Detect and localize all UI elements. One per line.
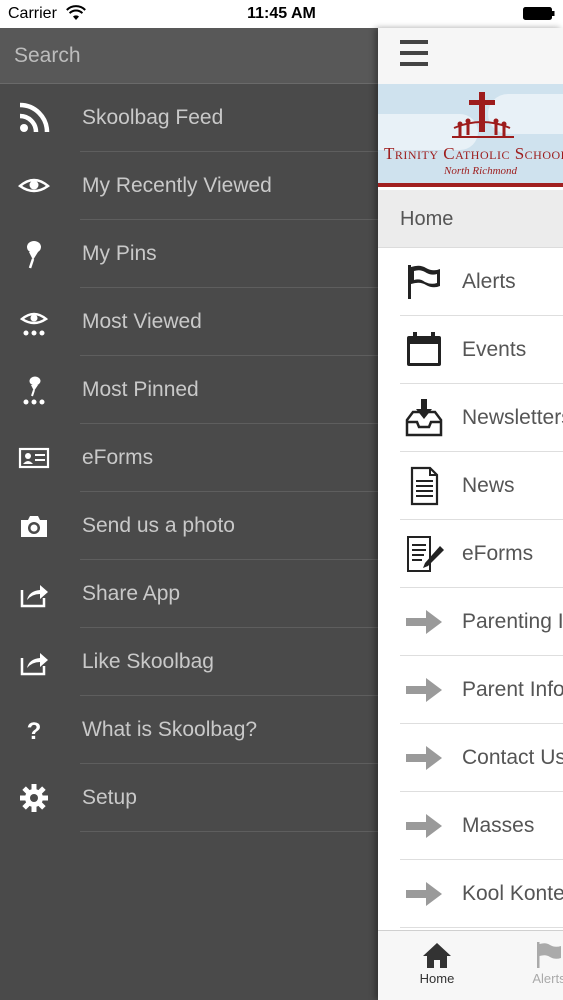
inbox-download-icon bbox=[404, 398, 444, 438]
section-title: Home bbox=[378, 190, 563, 248]
tab-alerts[interactable]: Alerts bbox=[514, 931, 563, 1000]
arrow-right-icon bbox=[404, 738, 444, 778]
home-item-label: Parent Info bbox=[462, 678, 563, 701]
menu-item-label: Most Pinned bbox=[82, 378, 199, 401]
id-card-icon bbox=[18, 442, 50, 474]
menu-item-label: Send us a photo bbox=[82, 514, 235, 537]
home-item-label: Masses bbox=[462, 814, 535, 837]
arrow-right-icon bbox=[404, 670, 444, 710]
tab-label: Alerts bbox=[532, 971, 563, 986]
menu-item-send-photo[interactable]: Send us a photo bbox=[0, 492, 378, 560]
flag-icon bbox=[404, 262, 444, 302]
menu-item-setup[interactable]: Setup bbox=[0, 764, 378, 832]
home-item-parenting-ideas[interactable]: Parenting Ideas bbox=[378, 588, 563, 656]
calendar-icon bbox=[404, 330, 444, 370]
question-icon: ? bbox=[18, 714, 50, 746]
home-item-contact-us[interactable]: Contact Us bbox=[378, 724, 563, 792]
most-viewed-icon bbox=[18, 306, 50, 338]
share-icon bbox=[18, 646, 50, 678]
pin-icon bbox=[18, 238, 50, 270]
tab-bar: Home Alerts bbox=[378, 930, 563, 1000]
arrow-right-icon bbox=[404, 806, 444, 846]
home-item-label: News bbox=[462, 474, 515, 497]
svg-text:?: ? bbox=[27, 718, 42, 745]
menu-item-label: eForms bbox=[82, 446, 154, 469]
menu-item-like-skoolbag[interactable]: Like Skoolbag bbox=[0, 628, 378, 696]
document-icon bbox=[404, 466, 444, 506]
menu-item-label: Setup bbox=[82, 786, 137, 809]
home-item-alerts[interactable]: Alerts bbox=[378, 248, 563, 316]
home-icon bbox=[422, 941, 452, 969]
home-item-label: eForms bbox=[462, 542, 534, 565]
share-icon bbox=[18, 578, 50, 610]
home-list: Alerts Events Newsletters News eForms Pa… bbox=[378, 248, 563, 928]
home-item-label: Kool Kontent bbox=[462, 882, 563, 905]
arrow-right-icon bbox=[404, 874, 444, 914]
hamburger-menu-icon[interactable] bbox=[400, 40, 428, 66]
menu-item-share-app[interactable]: Share App bbox=[0, 560, 378, 628]
home-item-label: Newsletters bbox=[462, 406, 563, 429]
school-crest-icon bbox=[452, 92, 514, 138]
school-location: North Richmond bbox=[444, 165, 518, 177]
menu-item-label: Like Skoolbag bbox=[82, 650, 214, 673]
main-panel: Trinity Catholic School North Richmond H… bbox=[378, 28, 563, 1000]
tab-label: Home bbox=[419, 971, 455, 986]
side-menu: Search Skoolbag Feed My Recently Viewed … bbox=[0, 28, 378, 1000]
menu-item-most-pinned[interactable]: Most Pinned bbox=[0, 356, 378, 424]
rss-icon bbox=[18, 102, 50, 134]
home-item-eforms[interactable]: eForms bbox=[378, 520, 563, 588]
gear-icon bbox=[18, 782, 50, 814]
banner-divider bbox=[378, 183, 563, 187]
menu-item-label: Skoolbag Feed bbox=[82, 106, 224, 129]
menu-item-label: What is Skoolbag? bbox=[82, 718, 258, 741]
status-time: 11:45 AM bbox=[247, 5, 316, 22]
menu-list: Skoolbag Feed My Recently Viewed My Pins… bbox=[0, 84, 378, 832]
home-item-newsletters[interactable]: Newsletters bbox=[378, 384, 563, 452]
home-item-label: Events bbox=[462, 338, 527, 361]
arrow-right-icon bbox=[404, 602, 444, 642]
battery-icon bbox=[523, 7, 555, 20]
menu-item-label: My Pins bbox=[82, 242, 157, 265]
flag-icon bbox=[534, 941, 563, 969]
school-name: Trinity Catholic School bbox=[384, 144, 563, 163]
menu-item-label: Share App bbox=[82, 582, 181, 605]
home-item-parent-info[interactable]: Parent Info bbox=[378, 656, 563, 724]
top-bar bbox=[378, 28, 563, 84]
menu-item-label: My Recently Viewed bbox=[82, 174, 272, 197]
home-item-events[interactable]: Events bbox=[378, 316, 563, 384]
menu-item-recently-viewed[interactable]: My Recently Viewed bbox=[0, 152, 378, 220]
most-pinned-icon bbox=[18, 374, 50, 406]
tab-home[interactable]: Home bbox=[402, 931, 472, 1000]
menu-item-eforms[interactable]: eForms bbox=[0, 424, 378, 492]
menu-item-skoolbag-feed[interactable]: Skoolbag Feed bbox=[0, 84, 378, 152]
menu-item-what-is-skoolbag[interactable]: ? What is Skoolbag? bbox=[0, 696, 378, 764]
menu-item-my-pins[interactable]: My Pins bbox=[0, 220, 378, 288]
form-pen-icon bbox=[404, 534, 444, 574]
search-input[interactable]: Search bbox=[0, 28, 378, 84]
home-item-kool-kontent[interactable]: Kool Kontent bbox=[378, 860, 563, 928]
camera-icon bbox=[18, 510, 50, 542]
menu-item-label: Most Viewed bbox=[82, 310, 202, 333]
home-item-label: Alerts bbox=[462, 270, 516, 293]
home-item-label: Parenting Ideas bbox=[462, 610, 563, 633]
eye-icon bbox=[18, 170, 50, 202]
home-item-masses[interactable]: Masses bbox=[378, 792, 563, 860]
status-bar: Carrier 11:45 AM bbox=[0, 0, 563, 28]
home-item-news[interactable]: News bbox=[378, 452, 563, 520]
home-item-label: Contact Us bbox=[462, 746, 563, 769]
school-banner: Trinity Catholic School North Richmond bbox=[378, 84, 563, 184]
menu-item-most-viewed[interactable]: Most Viewed bbox=[0, 288, 378, 356]
